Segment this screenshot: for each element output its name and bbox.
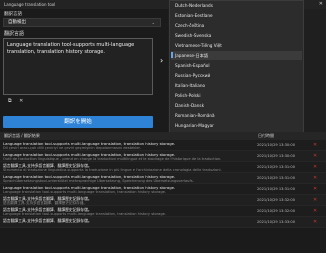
history-row[interactable]: Language translation tool-supports multi…	[0, 173, 326, 184]
history-row[interactable]: Language translation tool-supports multi…	[0, 184, 326, 195]
history-date: 2021/10/29 13:31:00	[257, 187, 295, 191]
input-text-content: Language translation tool-supports multi…	[7, 42, 135, 55]
source-language-value: 自動検出	[8, 20, 26, 25]
chevron-right-icon: ›	[160, 56, 164, 65]
language-option[interactable]: Estonian-Eestlane	[175, 13, 213, 18]
language-option[interactable]: Swedish-Svenska	[175, 33, 211, 38]
history-result-text: Strumento di traduzione linguistica-supp…	[3, 167, 222, 172]
language-option[interactable]: Italian-Italiano	[175, 83, 205, 88]
language-option[interactable]: Dutch-Nederlands	[175, 3, 213, 8]
history-result-text: Sprachübersetzungstool-unterstützt mehrs…	[3, 178, 194, 183]
language-option[interactable]: Japanese-日本語	[175, 53, 208, 59]
language-option[interactable]: Polish-Polski	[175, 93, 200, 98]
history-date: 2021/10/29 13:32:00	[257, 209, 295, 213]
translate-button[interactable]: 翻訳を開始	[3, 116, 153, 128]
source-language-select[interactable]: 自動検出 ⌄	[3, 18, 161, 27]
language-option[interactable]: Russian-Русский	[175, 73, 210, 78]
clear-icon[interactable]: ✕	[19, 98, 23, 104]
delete-icon[interactable]: ✕	[313, 153, 317, 159]
language-option[interactable]: Romanian-Română	[175, 113, 215, 118]
history-date: 2021/10/29 13:31:00	[257, 176, 295, 180]
app-window: Language translation tool — ✕ 翻訳言語 自動検出 …	[0, 0, 326, 253]
language-option[interactable]: Spanish-Español	[175, 63, 209, 68]
delete-icon[interactable]: ✕	[313, 164, 317, 170]
history-row[interactable]: 語言翻譯工具-支持多語言翻譯、翻譯歷史記錄存儲。 語言翻譯工具-支持多語言翻譯、翻…	[0, 195, 326, 206]
delete-icon[interactable]: ✕	[313, 186, 317, 192]
history-date: 2021/10/29 13:30:00	[257, 154, 295, 158]
window-title: Language translation tool	[4, 2, 56, 7]
history-result-text: Dil çeviri aracı-çok dilli çeviriyi ve ç…	[3, 145, 141, 150]
history-row[interactable]: 語言翻譯工具-支持多語言翻譯、翻譯歷史記錄存儲。 Language transla…	[0, 206, 326, 217]
history-result-text: Language translation tool-supports multi…	[3, 211, 166, 216]
text-toolbar: ⧉ ✕	[8, 98, 29, 104]
delete-icon[interactable]: ✕	[313, 197, 317, 203]
close-button[interactable]: ✕	[319, 0, 323, 9]
history-row[interactable]: 語言翻譯工具-支持多語言翻譯、翻譯歷史記錄存儲。 2021/10/29 13:33…	[0, 217, 326, 228]
delete-icon[interactable]: ✕	[313, 219, 317, 225]
history-result-text: Language translation tool-supports multi…	[3, 189, 166, 194]
history-source-text: 語言翻譯工具-支持多語言翻譯、翻譯歷史記錄存儲。	[3, 218, 92, 223]
delete-icon[interactable]: ✕	[313, 208, 317, 214]
history-date: 2021/10/29 13:30:00	[257, 143, 295, 147]
chevron-down-icon: ⌄	[151, 20, 155, 25]
selected-option-indicator	[171, 52, 173, 58]
history-row[interactable]: Language translation tool-supports multi…	[0, 151, 326, 162]
history-date: 2021/10/29 13:32:00	[257, 198, 295, 202]
language-option[interactable]: Vietnamese-Tiếng Việt	[175, 43, 222, 48]
history-column-date: 日付時間	[258, 133, 274, 138]
delete-icon[interactable]: ✕	[313, 175, 317, 181]
history-date: 2021/10/29 13:33:00	[257, 220, 295, 224]
history-header: 翻訳言語 / 翻訳結果 日付時間	[0, 132, 326, 140]
language-option[interactable]: Danish-Dansk	[175, 103, 204, 108]
language-option[interactable]: Czech-čeština	[175, 23, 204, 28]
copy-icon[interactable]: ⧉	[8, 98, 12, 104]
input-textarea[interactable]: Language translation tool-supports multi…	[3, 38, 153, 95]
language-option[interactable]: Hungarian-Magyar	[175, 123, 214, 128]
delete-icon[interactable]: ✕	[313, 142, 317, 148]
history-list: Language translation tool-supports multi…	[0, 140, 326, 228]
history-result-text: Outil de traduction linguistique - prend…	[3, 156, 222, 161]
input-text-label: 翻訳言語	[4, 31, 25, 37]
target-language-dropdown[interactable]: Dutch-Nederlands Estonian-Eestlane Czech-č…	[169, 0, 304, 135]
history-result-text: 語言翻譯工具-支持多語言翻譯、翻譯歷史記錄存儲。	[3, 200, 87, 205]
source-language-label: 翻訳言語	[4, 12, 22, 17]
history-row[interactable]: 語言翻譯工具-支持多語言翻譯、翻譯歷史記錄存儲。 Strumento di tra…	[0, 162, 326, 173]
history-date: 2021/10/29 13:31:00	[257, 165, 295, 169]
history-row[interactable]: Language translation tool-supports multi…	[0, 140, 326, 151]
history-column-text: 翻訳言語 / 翻訳結果	[4, 133, 40, 138]
